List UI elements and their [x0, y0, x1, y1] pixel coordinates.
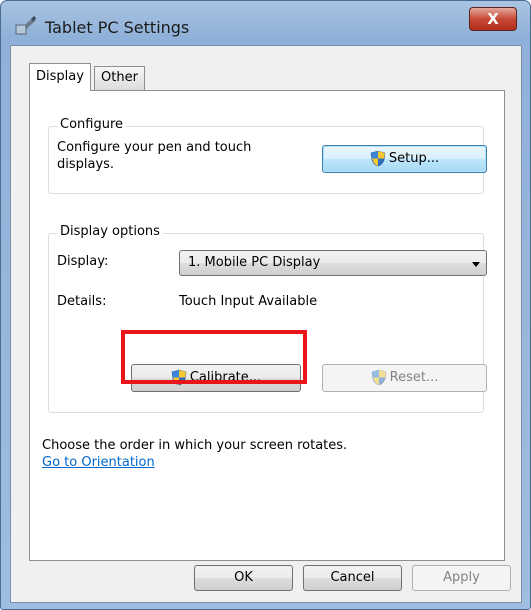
apply-button[interactable]: Apply [412, 565, 511, 591]
setup-button[interactable]: Setup... [322, 145, 487, 173]
dialog-client-area: Display Other Configure Configure your p… [10, 45, 522, 603]
close-icon: X [487, 10, 499, 28]
configure-description-line1: Configure your pen and touch [57, 140, 252, 155]
title-bar[interactable]: Tablet PC Settings X [1, 1, 530, 41]
uac-shield-icon [371, 369, 386, 386]
configure-group: Configure Configure your pen and touch d… [48, 117, 487, 194]
orientation-link[interactable]: Go to Orientation [42, 455, 155, 470]
setup-button-label: Setup... [388, 151, 440, 166]
tablet-pc-icon [15, 16, 36, 35]
reset-button-label: Reset... [389, 370, 439, 385]
ok-button-label: OK [234, 570, 253, 585]
details-label: Details: [57, 294, 107, 309]
configure-legend: Configure [57, 117, 127, 132]
cancel-button-label: Cancel [330, 570, 375, 585]
display-options-legend: Display options [57, 224, 163, 239]
close-button[interactable]: X [469, 7, 517, 31]
display-tab-panel: Configure Configure your pen and touch d… [29, 90, 505, 561]
display-select[interactable]: 1. Mobile PC Display [179, 250, 487, 276]
dialog-window: Tablet PC Settings X Display Other Confi… [0, 0, 531, 610]
window-title: Tablet PC Settings [45, 18, 190, 37]
tab-display[interactable]: Display [29, 63, 91, 91]
details-value: Touch Input Available [179, 294, 318, 309]
configure-description-line2: displays. [57, 157, 115, 172]
orientation-text: Choose the order in which your screen ro… [42, 438, 348, 453]
uac-shield-icon [370, 150, 386, 167]
cancel-button[interactable]: Cancel [303, 565, 402, 591]
display-options-group: Display options Display: 1. Mobile PC Di… [48, 224, 487, 413]
tab-other[interactable]: Other [94, 66, 145, 90]
dropdown-arrow-icon [472, 262, 480, 267]
ok-button[interactable]: OK [194, 565, 293, 591]
reset-button[interactable]: Reset... [322, 364, 487, 392]
display-label: Display: [57, 254, 109, 269]
display-select-value: 1. Mobile PC Display [188, 255, 321, 270]
apply-button-label: Apply [443, 570, 480, 585]
calibrate-highlight-box [121, 330, 307, 384]
